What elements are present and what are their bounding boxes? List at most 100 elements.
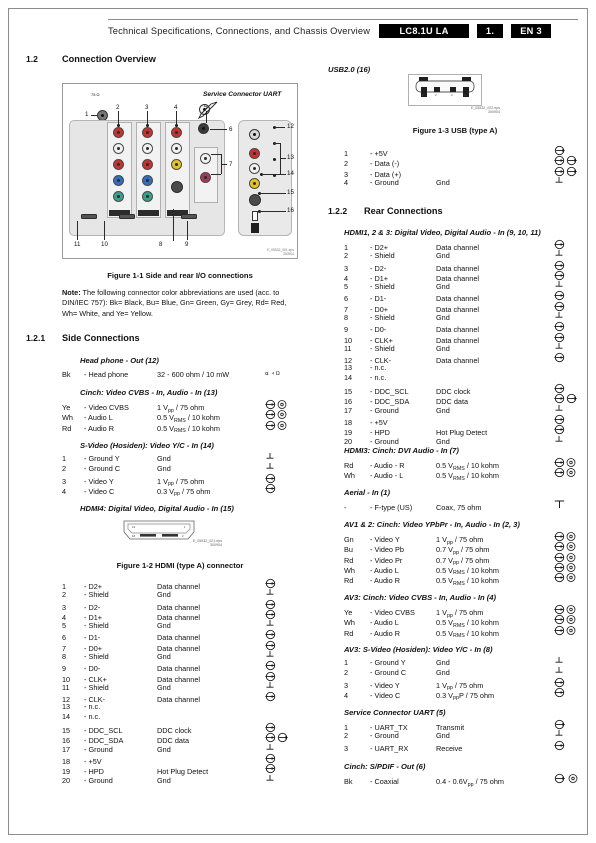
connector-symbol-in-icon <box>554 740 584 751</box>
pin-description: Data channel <box>157 633 201 643</box>
pintable-aerial: - - F-type (US) Coax, 75 ohm <box>344 499 584 512</box>
lead-line <box>118 111 119 125</box>
pin-description: Data channel <box>157 664 201 674</box>
pin-name: - Video CVBS <box>84 403 129 412</box>
pin-name: - Audio L <box>370 565 399 575</box>
pin-number: 20 <box>62 775 71 785</box>
pin-number: 2 <box>62 590 67 600</box>
hdmi-connector-shape-icon: 19 1 18 2 <box>123 520 195 540</box>
table-row: 20 - Ground Gnd <box>62 774 295 785</box>
pin-name: - Audio R <box>370 628 401 638</box>
pin-description: 1 Vpp / 75 ohm <box>436 535 484 546</box>
pin-description: Gnd <box>157 454 171 463</box>
table-row: - - F-type (US) Coax, 75 ohm <box>344 499 584 512</box>
pin-number: 13 <box>62 701 71 711</box>
connector-symbol-gnd-icon <box>265 743 295 752</box>
table-row: 18 - +5V <box>62 753 295 766</box>
connector-symbol-gnd-icon <box>265 681 295 690</box>
pin-description: DDC clock <box>157 726 192 736</box>
connector-symbol-gnd-icon <box>554 249 584 258</box>
table-row: 11 - Shield Gnd <box>344 342 584 353</box>
pin-number: 4 <box>344 690 349 700</box>
av1-jack-green <box>113 191 124 202</box>
pin-number: 2 <box>62 464 67 474</box>
pin-number: Wh <box>344 618 355 628</box>
av1-jack-white <box>113 143 124 154</box>
pin-number: 3 <box>62 602 67 612</box>
pin-number: 8 <box>62 652 67 662</box>
av3-jack-yellow <box>171 159 182 170</box>
pin-description: 0.4 - 0.6Vpp / 75 ohm <box>436 777 504 788</box>
pin-description: 1 Vpp / 75 ohm <box>157 476 205 488</box>
lead-line <box>259 193 286 194</box>
pin-name: - Video Pb <box>370 545 404 555</box>
pin-number: Bu <box>344 545 353 555</box>
pin-name: - Audio - R <box>370 461 405 470</box>
pin-name: - UART_RX <box>370 743 409 753</box>
callout-12: 12 <box>287 123 294 130</box>
pin-name: - Shield <box>370 251 395 261</box>
hdmi2-port <box>119 214 135 219</box>
pin-description: 0.5 VRMS / 10 kohm <box>436 471 499 482</box>
lead-dot <box>116 124 120 127</box>
pin-number: 2 <box>344 159 349 169</box>
pin-description: Data channel <box>436 356 480 366</box>
figure-1-2-hdmi-connector-drawing: 19 1 18 2 E_05532_021.eps 300904 <box>118 519 222 547</box>
pintable-spdif: Bk - Coaxial 0.4 - 0.6Vpp / 75 ohm <box>344 773 584 788</box>
pin-name: - D2- <box>370 263 387 273</box>
table-row: 6 - D1- Data channel <box>344 290 584 304</box>
figure-1-3-source: E_05532_022.eps 300904 <box>470 106 500 115</box>
callout-7: 7 <box>229 161 233 168</box>
table-row: 9 - D0- Data channel <box>62 660 295 674</box>
table-row: 8 - Shield Gnd <box>62 650 295 662</box>
lead-line <box>187 221 188 240</box>
connector-symbol-in-icon <box>265 691 295 702</box>
section-number-1-2-2: 1.2.2 <box>328 206 348 216</box>
connector-symbol-gnd-icon <box>265 774 295 783</box>
lead-line <box>261 174 286 175</box>
pin-name: - Video Pr <box>370 555 403 565</box>
pin-number: 1 <box>62 454 67 463</box>
connector-symbol-aerial-icon <box>554 499 584 510</box>
lead-line <box>104 221 105 240</box>
table-row: 1 - Ground Y Gnd <box>344 656 584 667</box>
callout-3: 3 <box>145 104 149 111</box>
connector-symbol-gnd-icon <box>554 176 584 185</box>
group-title-service-uart: Service Connector UART (5) <box>344 708 446 717</box>
connector-symbol-in-icon <box>554 352 584 363</box>
hdmi3-port <box>181 214 197 219</box>
pintable-av3-cinch: Ye - Video CVBS 1 Vpp / 75 ohm Wh - Audio L 0… <box>344 604 584 639</box>
pin-name: - DDC_SCL <box>84 726 123 736</box>
connector-symbol-gnd-icon <box>265 462 295 471</box>
pin-description: Gnd <box>436 251 450 261</box>
pin-number: 1 <box>344 658 349 667</box>
table-row: 14 - n.c. <box>62 712 295 722</box>
pin-number: Bk <box>62 370 71 379</box>
side-usb-port <box>252 211 258 221</box>
group-title-svideo-side: S-Video (Hosiden): Video Y/C - In (14) <box>80 441 214 450</box>
pin-description: Coax, 75 ohm <box>436 503 482 512</box>
connector-symbol-in-icon <box>554 687 584 698</box>
note-text: The following connector color abbreviati… <box>62 288 287 318</box>
pin-name: - Video C <box>84 486 115 496</box>
av3-jack-red <box>171 127 182 138</box>
pin-description: Gnd <box>157 744 171 754</box>
pin-name: - Ground <box>370 731 399 741</box>
pin-number: 15 <box>344 387 353 397</box>
table-row: Gn - Video Y 1 Vpp / 75 ohm <box>344 531 584 546</box>
uart-service-connector <box>198 123 209 134</box>
pin-number: Ye <box>344 608 353 617</box>
figure-1-3-caption: Figure 1-3 USB (type A) <box>412 126 498 135</box>
table-row: 3 - D2- Data channel <box>344 260 584 273</box>
pin-number: 2 <box>344 668 349 678</box>
pin-number: 3 <box>344 743 349 753</box>
pin-description: Gnd <box>436 405 450 415</box>
pin-number: 6 <box>344 294 349 304</box>
pin-name: - Shield <box>84 682 109 692</box>
table-row: 4 - Ground Gnd <box>344 176 584 187</box>
pintable-hdmi4: 1- D2+ Data channel 2 - Shield Gnd 3 - D2- Data… <box>62 578 295 785</box>
av2-jack-blue <box>142 175 153 186</box>
pin-description: 0.7 Vpp / 75 ohm <box>436 555 490 567</box>
connector-symbol-gnd-icon <box>265 588 295 597</box>
connector-symbol-gnd-icon <box>554 666 584 675</box>
